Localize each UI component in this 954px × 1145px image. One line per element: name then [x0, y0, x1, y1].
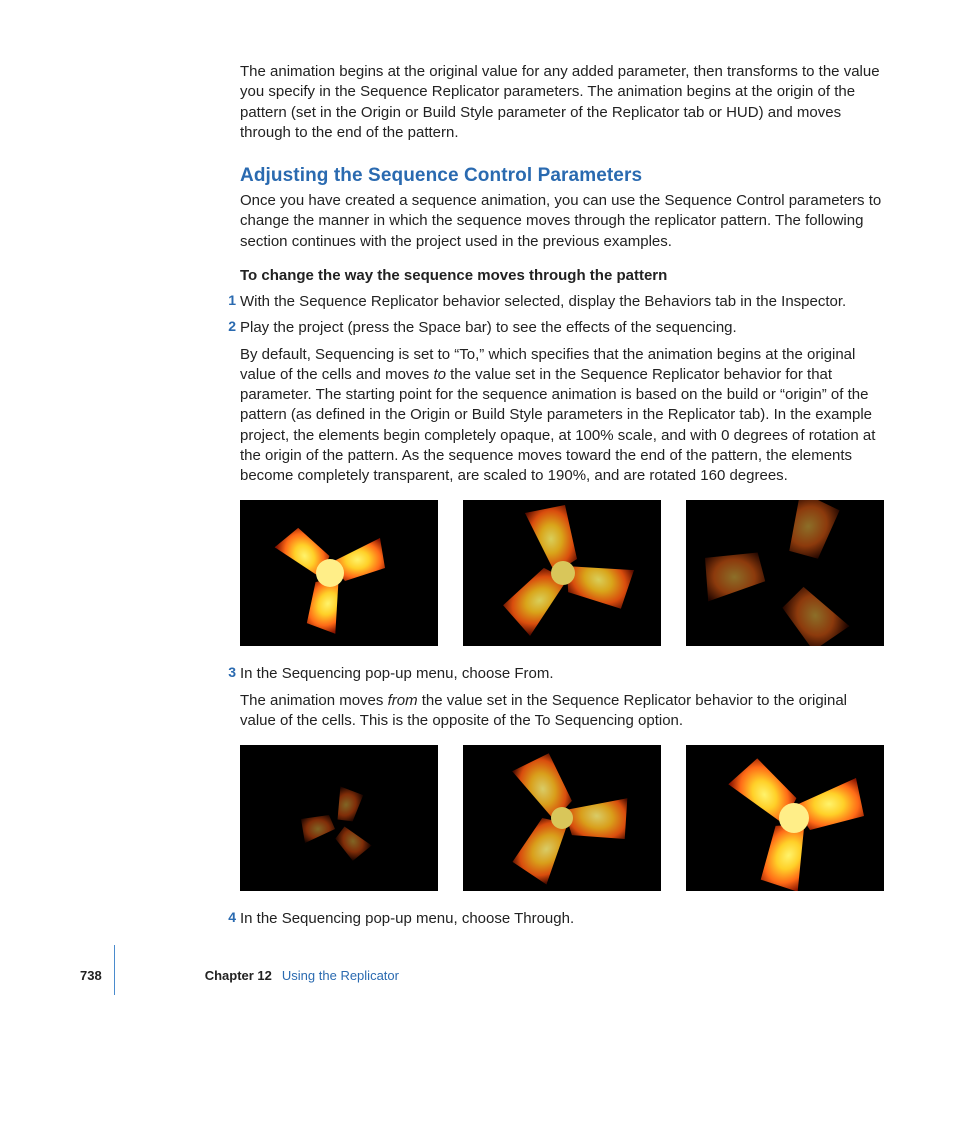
- task-title: To change the way the sequence moves thr…: [240, 266, 884, 286]
- step-text: Play the project (press the Space bar) t…: [240, 318, 884, 338]
- detail-text: The animation moves: [240, 692, 388, 709]
- sequence-from-frame-1: [240, 745, 438, 891]
- step-detail: The animation moves from the value set i…: [240, 691, 884, 732]
- step-number: 2: [220, 318, 236, 334]
- step-1: 1 With the Sequence Replicator behavior …: [240, 292, 884, 312]
- image-row-to: [240, 500, 884, 646]
- step-detail: By default, Sequencing is set to “To,” w…: [240, 345, 884, 487]
- step-number: 1: [220, 292, 236, 308]
- step-text: In the Sequencing pop-up menu, choose Fr…: [240, 664, 884, 684]
- step-number: 3: [220, 664, 236, 680]
- step-number: 4: [220, 909, 236, 925]
- step-3: 3 In the Sequencing pop-up menu, choose …: [240, 664, 884, 731]
- section-intro-paragraph: Once you have created a sequence animati…: [240, 191, 884, 252]
- page-footer: 738 Chapter 12 Using the Replicator: [80, 950, 894, 1000]
- section-heading: Adjusting the Sequence Control Parameter…: [240, 165, 884, 187]
- footer-divider: [114, 945, 115, 995]
- sequence-from-frame-2: [463, 745, 661, 891]
- italic-word: to: [433, 366, 446, 383]
- italic-word: from: [388, 692, 418, 709]
- sequence-to-frame-3: [686, 500, 884, 646]
- sequence-to-frame-1: [240, 500, 438, 646]
- chapter-name: Using the Replicator: [282, 968, 399, 983]
- step-text: In the Sequencing pop-up menu, choose Th…: [240, 909, 884, 929]
- step-4: 4 In the Sequencing pop-up menu, choose …: [240, 909, 884, 929]
- chapter-label: Chapter 12: [205, 968, 272, 983]
- sequence-to-frame-2: [463, 500, 661, 646]
- step-2: 2 Play the project (press the Space bar)…: [240, 318, 884, 486]
- sequence-from-frame-3: [686, 745, 884, 891]
- detail-text: the value set in the Sequence Replicator…: [240, 366, 875, 484]
- step-text: With the Sequence Replicator behavior se…: [240, 292, 884, 312]
- page-number: 738: [80, 968, 102, 983]
- intro-paragraph: The animation begins at the original val…: [240, 62, 884, 143]
- image-row-from: [240, 745, 884, 891]
